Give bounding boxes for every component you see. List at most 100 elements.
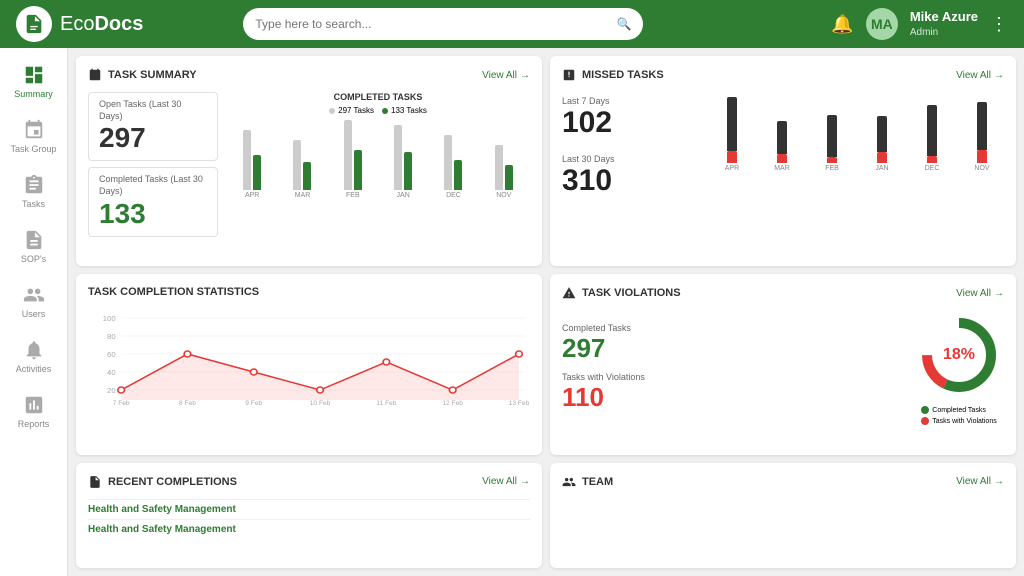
main-layout: Summary Task Group Tasks SOP's Users Act… xyxy=(0,48,1024,576)
sidebar-label-activities: Activities xyxy=(16,364,52,374)
sidebar-item-users[interactable]: Users xyxy=(0,276,67,327)
task-completion-card: TASK COMPLETION STATISTICS 100 80 60 40 … xyxy=(76,274,542,454)
vio-completed: Completed Tasks 297 xyxy=(562,323,904,364)
sidebar-item-sops[interactable]: SOP's xyxy=(0,221,67,272)
notification-icon[interactable]: 🔔 xyxy=(831,14,853,35)
sidebar-label-users: Users xyxy=(22,309,46,319)
task-summary-body: Open Tasks (Last 30 Days) 297 Completed … xyxy=(88,92,530,237)
completed-tasks-value: 133 xyxy=(99,198,207,230)
bar-297 xyxy=(344,120,352,190)
search-input[interactable] xyxy=(255,17,608,31)
nav-right: 🔔 MA Mike Azure Admin ⋮ xyxy=(831,8,1008,40)
avatar: MA xyxy=(866,8,898,40)
svg-text:100: 100 xyxy=(103,315,116,324)
completed-tasks-chart: COMPLETED TASKS 297 Tasks 133 Tasks APRM… xyxy=(226,92,530,237)
task-summary-title: TASK SUMMARY xyxy=(88,68,197,82)
bar-group: JAN xyxy=(381,120,425,199)
missed-bar-red xyxy=(877,152,887,163)
sidebar-item-activities[interactable]: Activities xyxy=(0,331,67,382)
team-header: TEAM View All → xyxy=(562,475,1004,489)
recent-completions-card: RECENT COMPLETIONS View All → Health and… xyxy=(76,463,542,568)
completed-tasks-box: Completed Tasks (Last 30 Days) 133 xyxy=(88,167,218,236)
sidebar-item-tasks[interactable]: Tasks xyxy=(0,166,67,217)
last7-stat: Last 7 Days 102 xyxy=(562,92,702,144)
task-summary-header: TASK SUMMARY View All → xyxy=(88,68,530,82)
bar-297 xyxy=(243,130,251,190)
sidebar-label-summary: Summary xyxy=(14,89,53,99)
sidebar-label-reports: Reports xyxy=(18,419,50,429)
missed-bar-group: JAN xyxy=(860,93,904,172)
last30-value: 310 xyxy=(562,164,702,198)
open-tasks-value: 297 xyxy=(99,122,207,154)
bar-133 xyxy=(505,165,513,190)
task-violations-header: TASK VIOLATIONS View All → xyxy=(562,286,1004,300)
legend-297: 297 Tasks xyxy=(329,106,374,115)
line-chart-svg: 100 80 60 40 20 xyxy=(88,308,530,408)
user-info: Mike Azure Admin xyxy=(910,9,978,39)
svg-text:7 Feb: 7 Feb xyxy=(113,400,130,407)
task-violations-view-all[interactable]: View All → xyxy=(956,288,1004,299)
missed-bar-dark xyxy=(927,105,937,156)
missed-tasks-title: MISSED TASKS xyxy=(562,68,664,82)
user-name: Mike Azure xyxy=(910,9,978,26)
missed-stats: Last 7 Days 102 Last 30 Days 310 xyxy=(562,92,702,202)
vio-violations-value: 110 xyxy=(562,382,904,413)
missed-bar-red xyxy=(827,157,837,163)
missed-bar-dark xyxy=(977,102,987,150)
topnav: EcoDocs 🔍 🔔 MA Mike Azure Admin ⋮ xyxy=(0,0,1024,48)
logo-icon xyxy=(16,6,52,42)
search-bar[interactable]: 🔍 xyxy=(243,8,643,40)
bar-297 xyxy=(293,140,301,190)
logo: EcoDocs xyxy=(16,6,143,42)
svg-text:13 Feb: 13 Feb xyxy=(509,400,530,407)
bar-297 xyxy=(394,125,402,190)
user-role: Admin xyxy=(910,26,978,39)
recent-completions-view-all[interactable]: View All → xyxy=(482,476,530,487)
bar-group: NOV xyxy=(482,120,526,199)
svg-text:80: 80 xyxy=(107,333,116,342)
sidebar: Summary Task Group Tasks SOP's Users Act… xyxy=(0,48,68,576)
open-tasks-box: Open Tasks (Last 30 Days) 297 xyxy=(88,92,218,161)
task-violations-card: TASK VIOLATIONS View All → Completed Tas… xyxy=(550,274,1016,454)
sidebar-label-taskgroup: Task Group xyxy=(10,144,56,154)
donut-percent: 18% xyxy=(943,346,975,364)
sidebar-label-sops: SOP's xyxy=(21,254,46,264)
missed-bar-group: APR xyxy=(710,93,754,172)
sidebar-item-taskgroup[interactable]: Task Group xyxy=(0,111,67,162)
chart-legend: 297 Tasks 133 Tasks xyxy=(226,106,530,115)
donut-section: 18% Completed Tasks Tasks with Violation… xyxy=(914,310,1004,425)
bar-group: FEB xyxy=(331,120,375,199)
missed-bar-dark xyxy=(827,115,837,157)
missed-tasks-view-all[interactable]: View All → xyxy=(956,70,1004,81)
team-card: TEAM View All → xyxy=(550,463,1016,568)
missed-bar-group: DEC xyxy=(910,93,954,172)
task-summary-card: TASK SUMMARY View All → Open Tasks (Last… xyxy=(76,56,542,266)
task-summary-view-all[interactable]: View All → xyxy=(482,70,530,81)
donut-legend: Completed Tasks Tasks with Violations xyxy=(921,406,996,425)
svg-text:20: 20 xyxy=(107,387,116,396)
last30-stat: Last 30 Days 310 xyxy=(562,150,702,202)
svg-text:10 Feb: 10 Feb xyxy=(310,400,331,407)
legend-violations: Tasks with Violations xyxy=(921,417,996,425)
team-title: TEAM xyxy=(562,475,613,489)
line-chart: 100 80 60 40 20 xyxy=(88,308,530,408)
bar-133 xyxy=(253,155,261,190)
missed-bar-dark xyxy=(777,121,787,154)
svg-text:60: 60 xyxy=(107,351,116,360)
last7-value: 102 xyxy=(562,106,702,140)
bar-group: APR xyxy=(230,120,274,199)
stat-boxes: Open Tasks (Last 30 Days) 297 Completed … xyxy=(88,92,218,237)
missed-bar-group: NOV xyxy=(960,93,1004,172)
more-icon[interactable]: ⋮ xyxy=(990,14,1008,35)
list-item: Health and Safety Management xyxy=(88,499,530,519)
team-view-all[interactable]: View All → xyxy=(956,476,1004,487)
recent-list: Health and Safety Management Health and … xyxy=(88,499,530,539)
task-completion-header: TASK COMPLETION STATISTICS xyxy=(88,286,530,298)
missed-bar-red xyxy=(727,151,737,163)
missed-bar-red xyxy=(977,150,987,163)
sidebar-item-reports[interactable]: Reports xyxy=(0,386,67,437)
sidebar-item-summary[interactable]: Summary xyxy=(0,56,67,107)
missed-bar-chart: APRMARFEBJANDECNOV xyxy=(710,92,1004,172)
svg-text:12 Feb: 12 Feb xyxy=(442,400,463,407)
donut-chart: 18% xyxy=(914,310,1004,400)
